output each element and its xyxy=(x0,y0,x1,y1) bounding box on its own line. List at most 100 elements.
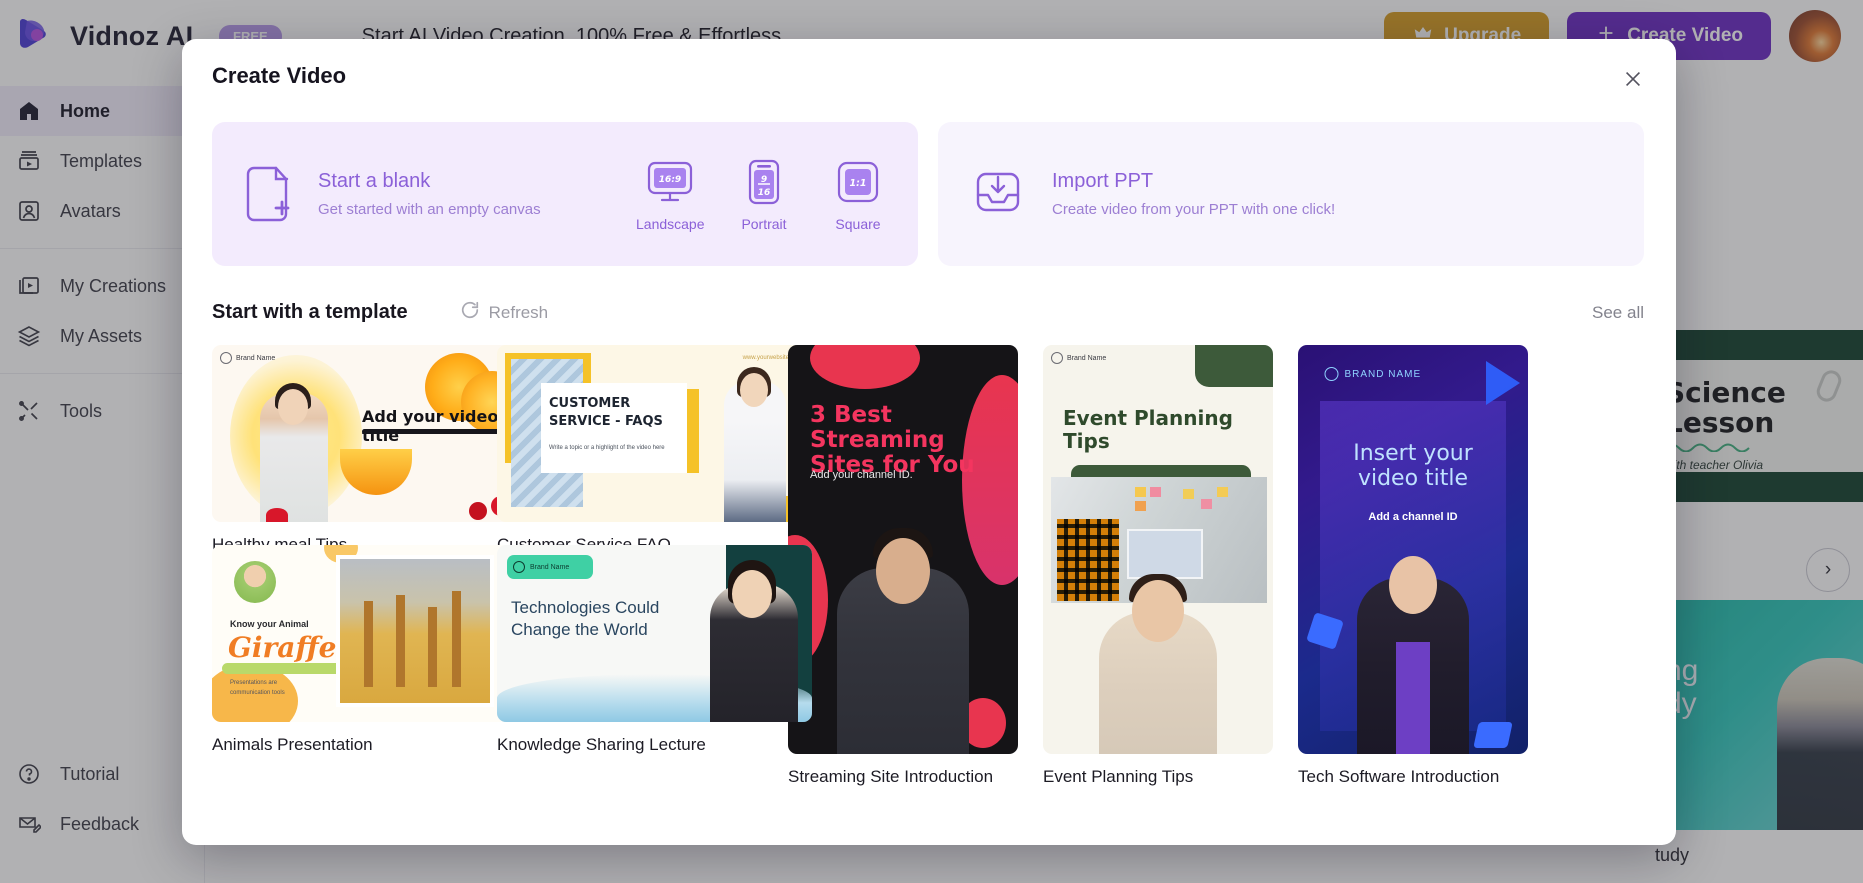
template-thumbnail: 3 Best Streaming Sites for You Add your … xyxy=(788,345,1018,754)
photo-screen xyxy=(1127,529,1203,579)
template-caption: Animals Presentation xyxy=(212,735,527,755)
thumbnail-note: Presentations arecommunication tools xyxy=(230,679,285,698)
giraffe-figure xyxy=(396,595,405,687)
ratio-option-landscape[interactable]: 16:9 Landscape xyxy=(636,156,704,232)
cherry-shape xyxy=(469,502,487,520)
brand-chip-label: BRAND NAME xyxy=(1345,369,1422,380)
svg-text:16: 16 xyxy=(758,188,771,198)
template-caption: Event Planning Tips xyxy=(1043,767,1273,787)
monitor-icon: 16:9 xyxy=(636,156,704,208)
import-ppt-card[interactable]: Import PPT Create video from your PPT wi… xyxy=(938,122,1644,266)
avatar-head xyxy=(740,373,768,407)
svg-text:1:1: 1:1 xyxy=(849,178,866,189)
orange-wedge xyxy=(340,449,412,495)
accent-block xyxy=(1195,345,1273,387)
template-thumbnail: Add your video title Brand Name xyxy=(212,345,527,522)
brand-chip-label: Brand Name xyxy=(1067,355,1106,362)
modal-title: Create Video xyxy=(212,63,1646,89)
template-card-animals-presentation[interactable]: Know your Animal Giraffe Presentations a… xyxy=(212,545,527,755)
thumbnail-title: Giraffe xyxy=(228,631,336,664)
template-caption: Streaming Site Introduction xyxy=(788,767,1018,787)
aspect-ratio-options: 16:9 Landscape 9 xyxy=(636,156,892,232)
accent-bar xyxy=(687,389,699,473)
template-card-event-planning-tips[interactable]: Brand Name Event Planning Tips xyxy=(1043,345,1273,787)
thumbnail-title: Event Planning Tips xyxy=(1063,407,1261,453)
brand-mark-icon xyxy=(1051,352,1063,364)
avatar-head xyxy=(1132,580,1184,642)
brand-mark-icon xyxy=(220,352,232,364)
start-blank-title: Start a blank xyxy=(318,170,628,193)
template-card-knowledge-sharing-lecture[interactable]: Technologies Could Change the World Bran… xyxy=(497,545,812,755)
start-blank-subtitle: Get started with an empty canvas xyxy=(318,201,628,218)
close-icon[interactable] xyxy=(1616,62,1650,96)
giraffe-figure xyxy=(428,607,437,687)
ratio-option-portrait[interactable]: 9 16 Portrait xyxy=(730,156,798,232)
sticky-note xyxy=(1135,501,1146,511)
underline-stroke xyxy=(362,429,502,434)
brand-chip: Brand Name xyxy=(220,352,275,364)
template-card-customer-service-faq[interactable]: CUSTOMER SERVICE - FAQS Write a topic or… xyxy=(497,345,812,555)
thumbnail-subtitle: Add your channel ID. xyxy=(810,469,913,481)
grass-shape xyxy=(222,663,342,674)
blob-shape xyxy=(810,345,920,389)
thumbnail-subtitle: Add a channel ID xyxy=(1298,511,1528,523)
brand-chip: BRAND NAME xyxy=(1311,367,1516,381)
giraffe-photo xyxy=(336,555,494,707)
template-thumbnail: Technologies Could Change the World Bran… xyxy=(497,545,812,722)
template-caption: Knowledge Sharing Lecture xyxy=(497,735,812,755)
phone-icon: 9 16 xyxy=(730,156,798,208)
square-icon: 1:1 xyxy=(824,156,892,208)
thumbnail-title: 3 Best Streaming Sites for You xyxy=(810,403,1000,477)
cherry-shape xyxy=(266,508,288,522)
thumbnail-kicker: Know your Animal xyxy=(230,619,309,629)
import-ppt-title: Import PPT xyxy=(1052,170,1335,193)
template-thumbnail: Know your Animal Giraffe Presentations a… xyxy=(212,545,527,722)
ratio-label: Square xyxy=(824,216,892,232)
start-blank-text: Start a blank Get started with an empty … xyxy=(318,170,628,218)
template-card-streaming-site-introduction[interactable]: 3 Best Streaming Sites for You Add your … xyxy=(788,345,1018,787)
avatar-head xyxy=(876,538,930,604)
create-options: Start a blank Get started with an empty … xyxy=(212,122,1646,266)
ratio-option-square[interactable]: 1:1 Square xyxy=(824,156,892,232)
ratio-label: Landscape xyxy=(636,216,704,232)
brand-mark-icon xyxy=(1325,367,1339,381)
document-plus-icon xyxy=(246,166,292,222)
templates-section-header: Start with a template Refresh See all xyxy=(212,300,1646,325)
avatar-vest xyxy=(1396,642,1430,754)
avatar-head xyxy=(278,389,308,425)
app-root: Vidnoz AI FREE Start AI Video Creation, … xyxy=(0,0,1863,883)
sticky-note xyxy=(1217,487,1228,497)
thumbnail-title: CUSTOMER SERVICE - FAQS xyxy=(549,395,663,430)
create-video-modal: Create Video Start a blank Get started w… xyxy=(182,39,1676,845)
sticky-note xyxy=(1201,499,1212,509)
see-all-link[interactable]: See all xyxy=(1592,303,1644,323)
svg-text:16:9: 16:9 xyxy=(659,175,681,185)
thumbnail-title: Insert your video title xyxy=(1298,441,1528,491)
giraffe-figure xyxy=(364,601,373,687)
giraffe-figure xyxy=(452,591,461,687)
brand-chip-label: Brand Name xyxy=(236,355,275,362)
photo-figure xyxy=(1057,519,1119,601)
refresh-icon xyxy=(460,300,480,325)
refresh-label: Refresh xyxy=(489,303,549,323)
template-grid: Add your video title Brand Name Healthy … xyxy=(212,345,1646,815)
template-card-healthy-meal-tips[interactable]: Add your video title Brand Name Healthy … xyxy=(212,345,527,555)
sticky-note xyxy=(1135,487,1146,497)
template-card-tech-software-introduction[interactable]: BRAND NAME Insert your video title Add a… xyxy=(1298,345,1528,787)
import-ppt-text: Import PPT Create video from your PPT wi… xyxy=(1052,170,1335,218)
ratio-label: Portrait xyxy=(730,216,798,232)
template-thumbnail: Brand Name Event Planning Tips xyxy=(1043,345,1273,754)
thumbnail-subtitle: Write a topic or a highlight of the vide… xyxy=(549,445,665,451)
import-download-icon xyxy=(972,168,1024,221)
start-blank-card[interactable]: Start a blank Get started with an empty … xyxy=(212,122,918,266)
template-caption: Tech Software Introduction xyxy=(1298,767,1528,787)
templates-section-title: Start with a template xyxy=(212,301,408,324)
avatar-head xyxy=(1389,556,1437,614)
avatar-circle xyxy=(234,561,276,603)
cube-shape xyxy=(1473,722,1513,748)
refresh-templates-button[interactable]: Refresh xyxy=(460,300,549,325)
import-ppt-subtitle: Create video from your PPT with one clic… xyxy=(1052,201,1335,218)
brand-chip: Brand Name xyxy=(507,555,593,579)
brand-chip-label: Brand Name xyxy=(530,564,569,571)
sticky-note xyxy=(1183,489,1194,499)
